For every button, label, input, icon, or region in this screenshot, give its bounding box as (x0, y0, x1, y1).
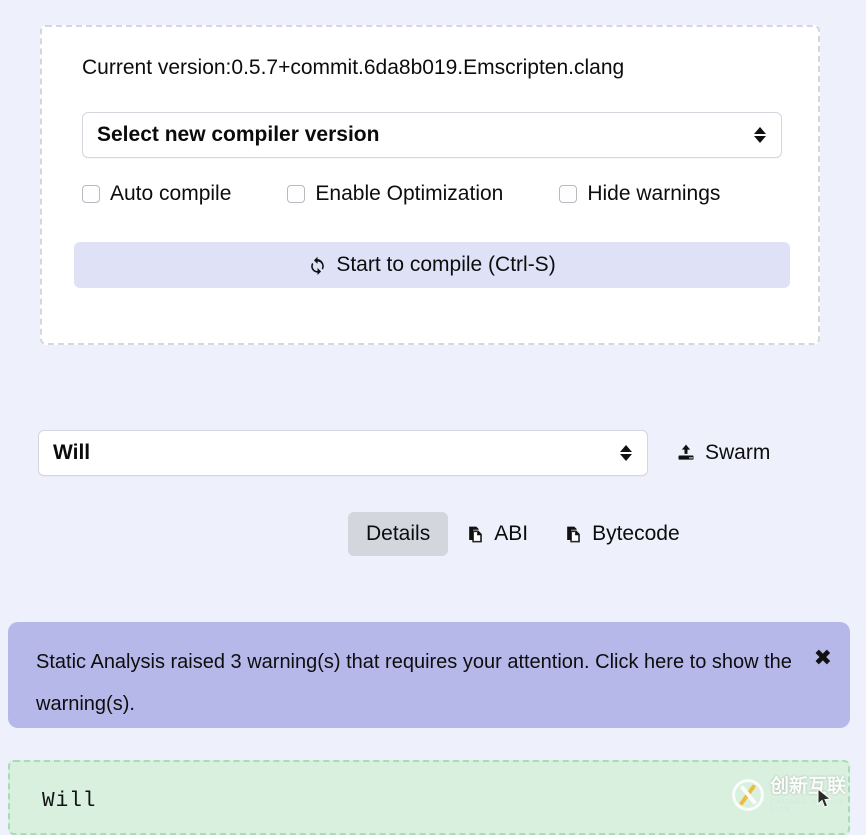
contract-select-value: Will (53, 441, 91, 464)
contract-select-row: Will Swarm (38, 430, 818, 476)
tab-abi-label: ABI (494, 522, 529, 545)
current-version-label: Current version:0.5.7+commit.6da8b019.Em… (82, 56, 625, 79)
tab-abi[interactable]: ABI (448, 512, 546, 556)
chevron-updown-icon (753, 127, 767, 143)
contract-panel: Will Swarm Details ABI Bytecode (8, 400, 850, 605)
checkbox-auto-compile-label: Auto compile (110, 182, 232, 205)
tab-details[interactable]: Details (348, 512, 449, 556)
compiler-panel: Current version:0.5.7+commit.6da8b019.Em… (8, 0, 850, 375)
start-compile-button[interactable]: Start to compile (Ctrl-S) (74, 242, 790, 288)
tab-details-label: Details (366, 522, 431, 545)
contract-tab-row: Details ABI Bytecode (348, 512, 698, 556)
checkbox-box-icon[interactable] (559, 185, 578, 203)
compile-output-text: Will (42, 790, 97, 813)
contract-select[interactable]: Will (38, 430, 648, 476)
sync-icon (311, 256, 325, 275)
compile-output-panel: Will (8, 760, 850, 835)
compiler-version-select-value: Select new compiler version (97, 123, 380, 146)
checkbox-enable-optimization-label: Enable Optimization (315, 182, 504, 205)
publish-swarm-button[interactable]: Swarm (676, 441, 770, 465)
close-icon[interactable]: ✖ (814, 648, 832, 670)
copy-icon (567, 526, 580, 542)
compiler-card: Current version:0.5.7+commit.6da8b019.Em… (40, 25, 820, 345)
static-analysis-warning-banner[interactable]: Static Analysis raised 3 warning(s) that… (8, 622, 850, 728)
start-compile-button-label: Start to compile (Ctrl-S) (336, 253, 556, 276)
chevron-updown-icon (619, 445, 633, 461)
static-analysis-warning-text: Static Analysis raised 3 warning(s) that… (36, 651, 792, 715)
upload-icon (678, 444, 694, 460)
checkbox-hide-warnings[interactable]: Hide warnings (559, 182, 720, 206)
tab-bytecode[interactable]: Bytecode (546, 512, 698, 556)
checkbox-box-icon[interactable] (287, 185, 306, 203)
publish-swarm-button-label: Swarm (705, 441, 771, 464)
checkbox-box-icon[interactable] (82, 185, 100, 203)
compiler-version-select[interactable]: Select new compiler version (82, 112, 782, 158)
checkbox-hide-warnings-label: Hide warnings (587, 182, 721, 205)
checkbox-enable-optimization[interactable]: Enable Optimization (287, 182, 503, 206)
copy-icon (469, 526, 483, 542)
compiler-options-row: Auto compile Enable Optimization Hide wa… (82, 182, 802, 206)
tab-bytecode-label: Bytecode (592, 522, 680, 545)
checkbox-auto-compile[interactable]: Auto compile (82, 182, 231, 206)
